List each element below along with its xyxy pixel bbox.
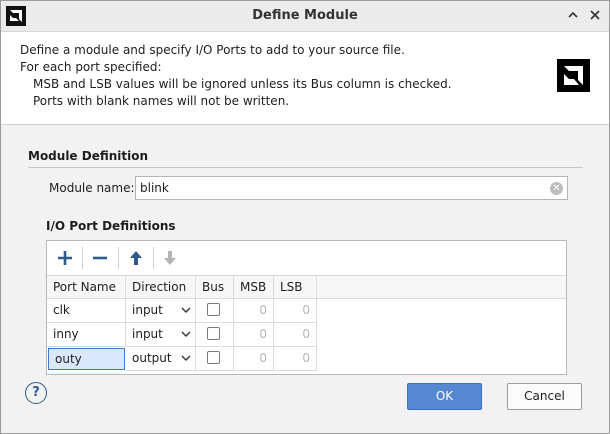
toolbar-separator bbox=[153, 247, 154, 269]
vendor-logo-icon bbox=[557, 59, 590, 92]
column-header[interactable]: LSB bbox=[274, 276, 317, 299]
bus-checkbox[interactable] bbox=[207, 303, 220, 316]
msb-cell[interactable]: 0 bbox=[234, 347, 274, 371]
move-up-icon[interactable] bbox=[124, 247, 148, 269]
bus-checkbox[interactable] bbox=[207, 351, 220, 364]
toolbar-separator bbox=[82, 247, 83, 269]
collapse-icon[interactable] bbox=[565, 7, 581, 23]
toolbar-separator bbox=[118, 247, 119, 269]
direction-select[interactable]: input bbox=[126, 299, 196, 323]
direction-select[interactable]: input bbox=[126, 323, 196, 347]
bus-checkbox[interactable] bbox=[207, 327, 220, 340]
cancel-button[interactable]: Cancel bbox=[507, 383, 582, 410]
module-name-value: blink bbox=[140, 181, 169, 195]
section-divider bbox=[28, 167, 583, 168]
bus-cell bbox=[196, 299, 234, 323]
msb-cell[interactable]: 0 bbox=[234, 299, 274, 323]
direction-value: output bbox=[132, 351, 172, 365]
help-button[interactable]: ? bbox=[25, 382, 47, 404]
direction-value: input bbox=[132, 327, 163, 341]
module-definition-title: Module Definition bbox=[28, 149, 149, 163]
ok-button[interactable]: OK bbox=[407, 383, 482, 410]
direction-select[interactable]: output bbox=[126, 347, 196, 371]
description-line: MSB and LSB values will be ignored unles… bbox=[33, 77, 452, 91]
description-line: For each port specified: bbox=[20, 60, 162, 74]
description-panel: Define a module and specify I/O Ports to… bbox=[1, 32, 609, 125]
column-header[interactable]: Direction bbox=[126, 276, 196, 299]
lsb-cell[interactable]: 0 bbox=[274, 299, 317, 323]
bus-cell bbox=[196, 323, 234, 347]
direction-value: input bbox=[132, 303, 163, 317]
move-down-icon bbox=[158, 247, 182, 269]
add-icon[interactable] bbox=[53, 247, 77, 269]
remove-icon[interactable] bbox=[88, 247, 112, 269]
msb-cell[interactable]: 0 bbox=[234, 323, 274, 347]
chevron-down-icon bbox=[181, 347, 191, 374]
lsb-cell[interactable]: 0 bbox=[274, 323, 317, 347]
lsb-cell[interactable]: 0 bbox=[274, 347, 317, 371]
close-icon[interactable] bbox=[587, 7, 603, 23]
io-port-table: Port Name Direction Bus MSB LSB clk inpu… bbox=[46, 240, 567, 375]
port-name-cell-selected[interactable]: outy bbox=[48, 348, 125, 370]
description-line: Define a module and specify I/O Ports to… bbox=[20, 43, 405, 57]
clear-icon[interactable]: ✕ bbox=[550, 182, 563, 195]
table-toolbar bbox=[47, 241, 566, 276]
description-line: Ports with blank names will not be writt… bbox=[33, 94, 290, 108]
io-port-definitions-title: I/O Port Definitions bbox=[46, 219, 176, 233]
column-header[interactable]: Port Name bbox=[47, 276, 126, 299]
bus-cell bbox=[196, 347, 234, 371]
module-name-input[interactable]: blink ✕ bbox=[135, 176, 568, 200]
port-name-cell[interactable]: inny bbox=[47, 323, 126, 347]
module-name-label: Module name: bbox=[49, 181, 135, 195]
define-module-dialog: Define Module Define a module and specif… bbox=[0, 0, 610, 434]
column-header[interactable]: Bus bbox=[196, 276, 234, 299]
title-bar[interactable]: Define Module bbox=[1, 1, 609, 32]
column-header[interactable]: MSB bbox=[234, 276, 274, 299]
window-title: Define Module bbox=[252, 8, 358, 23]
port-name-cell[interactable]: clk bbox=[47, 299, 126, 323]
column-header-filler bbox=[317, 276, 566, 299]
